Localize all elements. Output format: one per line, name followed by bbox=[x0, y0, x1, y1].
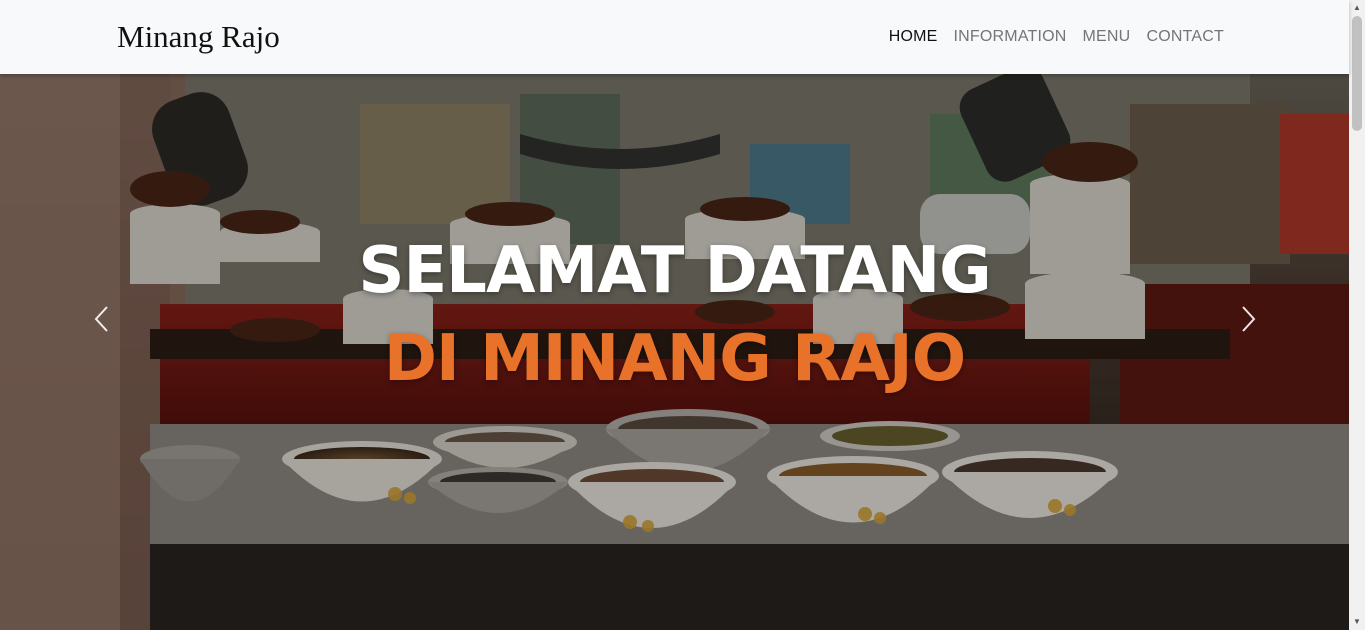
nav-item-home[interactable]: HOME bbox=[889, 26, 938, 48]
nav-item-information[interactable]: INFORMATION bbox=[954, 26, 1067, 48]
scroll-down-icon[interactable]: ▼ bbox=[1349, 614, 1365, 630]
navbar: Minang Rajo HOME INFORMATION MENU CONTAC… bbox=[0, 0, 1349, 74]
hero-title-line1: SELAMAT DATANG bbox=[358, 234, 991, 308]
carousel-prev-button[interactable] bbox=[82, 296, 122, 340]
scrollbar-thumb[interactable] bbox=[1352, 16, 1362, 131]
nav-item-contact[interactable]: CONTACT bbox=[1146, 26, 1224, 48]
page-scrollbar[interactable]: ▲ ▼ bbox=[1349, 0, 1365, 630]
scroll-up-icon[interactable]: ▲ bbox=[1349, 0, 1365, 16]
nav-item-menu[interactable]: MENU bbox=[1083, 26, 1131, 48]
brand-logo[interactable]: Minang Rajo bbox=[117, 18, 280, 56]
chevron-left-icon bbox=[94, 306, 108, 332]
chevron-right-icon bbox=[1242, 306, 1256, 332]
hero-title-line2: DI MINANG RAJO bbox=[383, 322, 966, 396]
nav-menu: HOME INFORMATION MENU CONTACT bbox=[889, 26, 1224, 48]
hero-carousel: SELAMAT DATANG DI MINANG RAJO bbox=[0, 74, 1349, 630]
carousel-next-button[interactable] bbox=[1228, 296, 1268, 340]
